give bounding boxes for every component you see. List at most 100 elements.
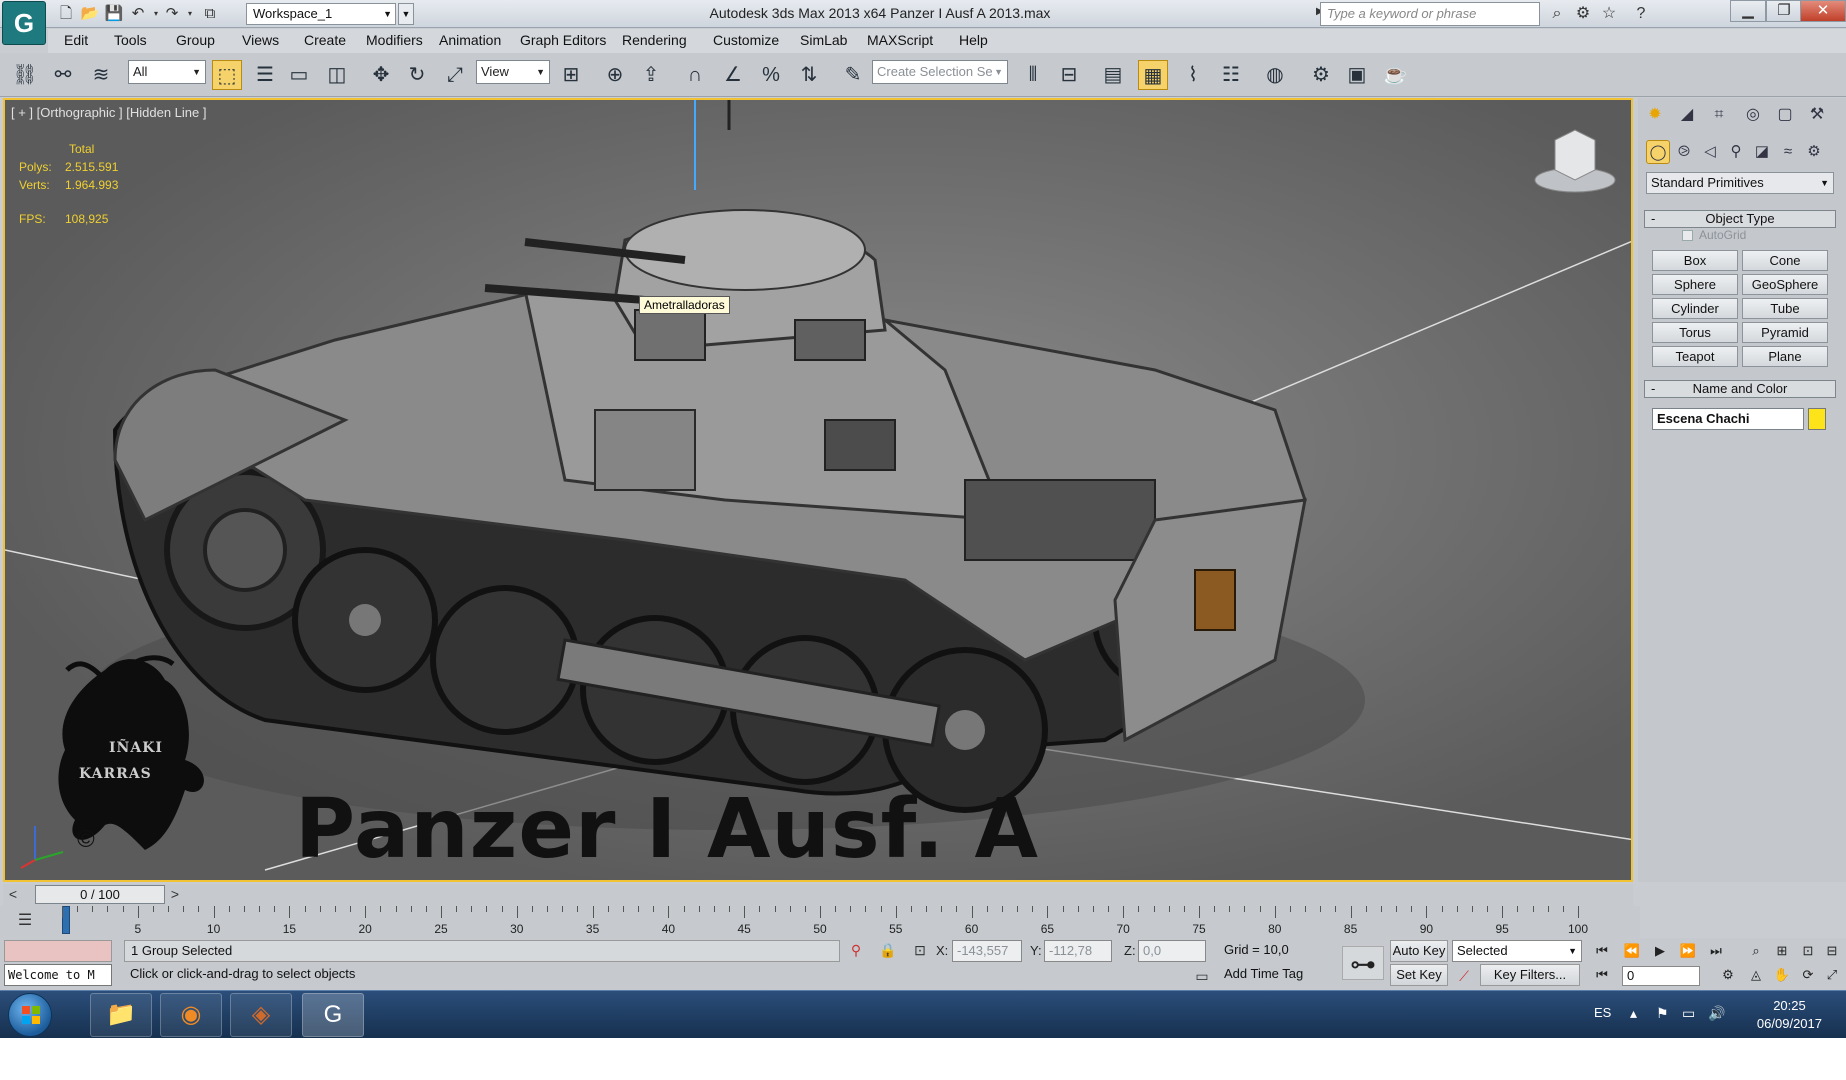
object-name-input[interactable]: Escena Chachi: [1652, 408, 1804, 430]
geosphere-button[interactable]: GeoSphere: [1742, 274, 1828, 295]
menu-group[interactable]: Group: [176, 32, 215, 48]
project-folder-icon[interactable]: ⧉: [200, 4, 220, 24]
cylinder-button[interactable]: Cylinder: [1652, 298, 1738, 319]
object-category-dropdown[interactable]: Standard Primitives ▼: [1646, 172, 1834, 194]
track-bar[interactable]: ☰ 5 10 15 20 25 30 35 40 45 50 55 60 65 70 75 80 85 90 95 1…: [0, 906, 1640, 938]
menu-edit[interactable]: Edit: [64, 32, 88, 48]
maximize-viewport-icon[interactable]: ⤢: [1820, 964, 1844, 986]
angle-snap-icon[interactable]: ∠: [718, 60, 748, 90]
minimize-button[interactable]: ▁: [1730, 0, 1766, 22]
keyboard-shortcut-override-icon[interactable]: ⇪: [636, 60, 666, 90]
torus-button[interactable]: Torus: [1652, 322, 1738, 343]
shapes-icon[interactable]: ⧁: [1672, 140, 1696, 164]
bind-space-warp-icon[interactable]: ≋: [86, 60, 116, 90]
menu-views[interactable]: Views: [242, 32, 279, 48]
time-configuration-icon[interactable]: ⚙: [1716, 964, 1740, 986]
geometry-icon[interactable]: ◯: [1646, 140, 1670, 164]
go-to-start-icon[interactable]: ⏮: [1590, 940, 1614, 962]
subscription-icon[interactable]: ⚙: [1572, 4, 1594, 24]
menu-modifiers[interactable]: Modifiers: [366, 32, 423, 48]
go-to-end-icon[interactable]: ⏭: [1704, 940, 1728, 962]
timeline-ruler[interactable]: 5 10 15 20 25 30 35 40 45 50 55 60 65 70 75 80 85 90 95 100: [62, 906, 1588, 938]
binoculars-icon[interactable]: ⌕: [1546, 4, 1568, 24]
set-key-button[interactable]: Set Key: [1390, 964, 1448, 986]
set-key-icon[interactable]: ⊶: [1342, 946, 1384, 980]
spinner-snap-icon[interactable]: ⇅: [794, 60, 824, 90]
menu-maxscript[interactable]: MAXScript: [867, 32, 933, 48]
start-button[interactable]: [8, 993, 52, 1037]
motion-tab-icon[interactable]: ◎: [1740, 102, 1766, 128]
close-button[interactable]: ✕: [1800, 0, 1846, 22]
render-production-icon[interactable]: ☕: [1380, 60, 1410, 90]
tube-button[interactable]: Tube: [1742, 298, 1828, 319]
named-selection-sets-dropdown[interactable]: Create Selection Se ▼: [872, 60, 1008, 84]
snaps-toggle-icon[interactable]: ∩: [680, 60, 710, 90]
menu-graph-editors[interactable]: Graph Editors: [520, 32, 606, 48]
material-editor-icon[interactable]: ◍: [1260, 60, 1290, 90]
systems-icon[interactable]: ⚙: [1802, 140, 1826, 164]
helpers-icon[interactable]: ◪: [1750, 140, 1774, 164]
play-icon[interactable]: ▶: [1648, 940, 1672, 962]
create-tab-icon[interactable]: ✹: [1642, 102, 1668, 128]
firefox-icon[interactable]: ◉: [160, 993, 222, 1037]
orbit-icon[interactable]: ⟳: [1796, 964, 1820, 986]
favorites-star-icon[interactable]: ☆: [1598, 4, 1620, 24]
field-of-view-icon[interactable]: ◬: [1744, 964, 1768, 986]
auto-key-button[interactable]: Auto Key: [1390, 940, 1448, 962]
cone-button[interactable]: Cone: [1742, 250, 1828, 271]
utilities-tab-icon[interactable]: ⚒: [1804, 102, 1830, 128]
next-key-icon[interactable]: ⏩: [1676, 940, 1700, 962]
workspace-dropdown[interactable]: Workspace_1 ▼: [246, 3, 396, 25]
zoom-all-icon[interactable]: ⊞: [1770, 940, 1794, 962]
lights-icon[interactable]: ◁: [1698, 140, 1722, 164]
menu-customize[interactable]: Customize: [713, 32, 779, 48]
y-coord-input[interactable]: -112,78: [1044, 940, 1112, 962]
sphere-button[interactable]: Sphere: [1652, 274, 1738, 295]
curve-editor-icon[interactable]: ⌇: [1178, 60, 1208, 90]
pan-view-icon[interactable]: ✋: [1770, 964, 1794, 986]
volume-icon[interactable]: 🔊: [1708, 1005, 1725, 1022]
menu-create[interactable]: Create: [304, 32, 346, 48]
name-and-color-rollout[interactable]: - Name and Color: [1644, 380, 1836, 398]
playhead-marker[interactable]: [62, 906, 70, 934]
time-slider-thumb[interactable]: 0 / 100: [35, 885, 165, 904]
time-tag-icon[interactable]: ▭: [1192, 968, 1212, 986]
menu-tools[interactable]: Tools: [114, 32, 147, 48]
key-mode-toggle-icon[interactable]: ⏮: [1590, 964, 1614, 986]
hierarchy-tab-icon[interactable]: ⌗: [1706, 102, 1732, 128]
action-center-flag-icon[interactable]: ⚑: [1656, 1005, 1669, 1022]
select-and-link-icon[interactable]: ⛓: [10, 60, 40, 90]
show-hidden-icons-icon[interactable]: ▴: [1630, 1005, 1637, 1022]
system-clock[interactable]: 20:25 06/09/2017: [1757, 997, 1822, 1033]
select-manipulate-icon[interactable]: ⊕: [600, 60, 630, 90]
zoom-icon[interactable]: ⌕: [1744, 940, 1768, 962]
next-frame-icon[interactable]: >: [167, 884, 183, 904]
select-and-move-icon[interactable]: ✥: [366, 60, 396, 90]
file-explorer-icon[interactable]: 📁: [90, 993, 152, 1037]
plane-button[interactable]: Plane: [1742, 346, 1828, 367]
time-slider[interactable]: < 0 / 100 >: [3, 884, 1633, 906]
autogrid-checkbox[interactable]: AutoGrid: [1682, 228, 1746, 242]
zoom-extents-icon[interactable]: ⊡: [1796, 940, 1820, 962]
search-input[interactable]: Type a keyword or phrase: [1320, 2, 1540, 26]
language-indicator[interactable]: ES: [1594, 1005, 1611, 1020]
selection-filter-dropdown[interactable]: All ▼: [128, 60, 206, 84]
previous-frame-icon[interactable]: <: [5, 884, 21, 904]
menu-animation[interactable]: Animation: [439, 32, 501, 48]
mirror-icon[interactable]: ⫴: [1018, 60, 1048, 90]
undo-icon[interactable]: ↶: [128, 4, 148, 24]
menu-rendering[interactable]: Rendering: [622, 32, 687, 48]
zoom-extents-all-icon[interactable]: ⊟: [1820, 940, 1844, 962]
layer-manager-icon[interactable]: ▤: [1098, 60, 1128, 90]
align-icon[interactable]: ⊟: [1054, 60, 1084, 90]
isolate-selection-icon[interactable]: ⚲: [846, 942, 866, 960]
key-filters-button[interactable]: Key Filters...: [1480, 964, 1580, 986]
application-menu-button[interactable]: G: [2, 1, 46, 45]
maximize-button[interactable]: ❐: [1766, 0, 1802, 22]
edit-named-selection-icon[interactable]: ✎: [838, 60, 868, 90]
rectangular-selection-icon[interactable]: ▭: [284, 60, 314, 90]
new-file-icon[interactable]: 🗋: [56, 4, 76, 24]
select-and-rotate-icon[interactable]: ↻: [402, 60, 432, 90]
absolute-mode-transform-icon[interactable]: ⊡: [910, 942, 930, 960]
3dsmax-taskbar-icon[interactable]: G: [302, 993, 364, 1037]
